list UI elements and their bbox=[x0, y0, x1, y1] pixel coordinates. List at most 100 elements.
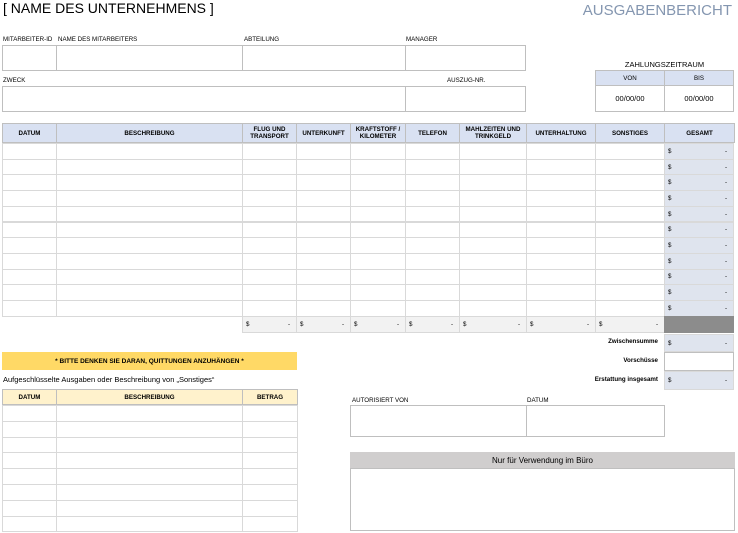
misc-cell-date[interactable] bbox=[2, 484, 57, 501]
cell-fuel[interactable] bbox=[350, 268, 406, 286]
cell-meals[interactable] bbox=[459, 252, 527, 270]
employee-name-field[interactable] bbox=[56, 45, 243, 71]
statement-number-field[interactable] bbox=[405, 86, 526, 112]
cell-entertainment[interactable] bbox=[526, 158, 596, 176]
cell-travel[interactable] bbox=[242, 237, 297, 254]
cell-travel[interactable] bbox=[242, 252, 297, 270]
misc-cell-amount[interactable] bbox=[242, 515, 298, 533]
cell-fuel[interactable] bbox=[350, 190, 406, 207]
misc-cell-amount[interactable] bbox=[242, 405, 298, 422]
misc-cell-amount[interactable] bbox=[242, 420, 298, 438]
cell-description[interactable] bbox=[56, 252, 243, 270]
cell-meals[interactable] bbox=[459, 158, 527, 176]
misc-cell-description[interactable] bbox=[56, 452, 243, 470]
cell-lodging[interactable] bbox=[296, 252, 351, 270]
authorized-by-field[interactable] bbox=[350, 405, 527, 437]
cell-phone[interactable] bbox=[405, 174, 460, 192]
cell-travel[interactable] bbox=[242, 174, 297, 192]
cell-entertainment[interactable] bbox=[526, 143, 596, 160]
misc-cell-description[interactable] bbox=[56, 499, 243, 517]
cell-date[interactable] bbox=[2, 143, 57, 160]
cell-phone[interactable] bbox=[405, 221, 460, 239]
cell-fuel[interactable] bbox=[350, 237, 406, 254]
cell-phone[interactable] bbox=[405, 158, 460, 176]
cell-phone[interactable] bbox=[405, 190, 460, 207]
cell-phone[interactable] bbox=[405, 252, 460, 270]
cell-description[interactable] bbox=[56, 237, 243, 254]
period-to-field[interactable]: 00/00/00 bbox=[664, 85, 734, 112]
cell-meals[interactable] bbox=[459, 221, 527, 239]
cell-date[interactable] bbox=[2, 205, 57, 223]
misc-cell-description[interactable] bbox=[56, 468, 243, 485]
cell-misc[interactable] bbox=[595, 143, 665, 160]
cell-entertainment[interactable] bbox=[526, 252, 596, 270]
cell-fuel[interactable] bbox=[350, 284, 406, 301]
misc-cell-date[interactable] bbox=[2, 468, 57, 485]
employee-id-field[interactable] bbox=[2, 45, 57, 71]
cell-misc[interactable] bbox=[595, 252, 665, 270]
cell-travel[interactable] bbox=[242, 284, 297, 301]
cell-entertainment[interactable] bbox=[526, 284, 596, 301]
cell-meals[interactable] bbox=[459, 174, 527, 192]
cell-phone[interactable] bbox=[405, 268, 460, 286]
cell-travel[interactable] bbox=[242, 190, 297, 207]
cell-lodging[interactable] bbox=[296, 237, 351, 254]
cell-date[interactable] bbox=[2, 252, 57, 270]
purpose-field[interactable] bbox=[2, 86, 406, 112]
auth-date-field[interactable] bbox=[526, 405, 665, 437]
cell-fuel[interactable] bbox=[350, 174, 406, 192]
cell-date[interactable] bbox=[2, 221, 57, 239]
cell-fuel[interactable] bbox=[350, 143, 406, 160]
misc-cell-amount[interactable] bbox=[242, 499, 298, 517]
cell-meals[interactable] bbox=[459, 268, 527, 286]
cell-description[interactable] bbox=[56, 221, 243, 239]
cell-lodging[interactable] bbox=[296, 205, 351, 223]
misc-cell-amount[interactable] bbox=[242, 484, 298, 501]
cell-fuel[interactable] bbox=[350, 205, 406, 223]
misc-cell-date[interactable] bbox=[2, 405, 57, 422]
cell-fuel[interactable] bbox=[350, 300, 406, 317]
cell-misc[interactable] bbox=[595, 190, 665, 207]
cell-phone[interactable] bbox=[405, 237, 460, 254]
misc-cell-date[interactable] bbox=[2, 515, 57, 533]
cell-misc[interactable] bbox=[595, 237, 665, 254]
manager-field[interactable] bbox=[405, 45, 526, 71]
cell-description[interactable] bbox=[56, 143, 243, 160]
cell-date[interactable] bbox=[2, 174, 57, 192]
cell-entertainment[interactable] bbox=[526, 205, 596, 223]
cell-travel[interactable] bbox=[242, 300, 297, 317]
period-from-field[interactable]: 00/00/00 bbox=[595, 85, 665, 112]
cell-description[interactable] bbox=[56, 205, 243, 223]
cell-phone[interactable] bbox=[405, 284, 460, 301]
cell-misc[interactable] bbox=[595, 158, 665, 176]
cell-meals[interactable] bbox=[459, 284, 527, 301]
cell-lodging[interactable] bbox=[296, 190, 351, 207]
misc-cell-amount[interactable] bbox=[242, 452, 298, 470]
cell-date[interactable] bbox=[2, 300, 57, 317]
cell-description[interactable] bbox=[56, 190, 243, 207]
cell-travel[interactable] bbox=[242, 221, 297, 239]
misc-cell-description[interactable] bbox=[56, 405, 243, 422]
cell-phone[interactable] bbox=[405, 205, 460, 223]
cell-date[interactable] bbox=[2, 237, 57, 254]
cell-date[interactable] bbox=[2, 284, 57, 301]
department-field[interactable] bbox=[242, 45, 406, 71]
office-use-area[interactable] bbox=[350, 468, 735, 531]
misc-cell-date[interactable] bbox=[2, 420, 57, 438]
cell-entertainment[interactable] bbox=[526, 190, 596, 207]
cell-misc[interactable] bbox=[595, 300, 665, 317]
advances-field[interactable] bbox=[664, 352, 734, 371]
cell-fuel[interactable] bbox=[350, 252, 406, 270]
cell-lodging[interactable] bbox=[296, 300, 351, 317]
cell-meals[interactable] bbox=[459, 205, 527, 223]
misc-cell-description[interactable] bbox=[56, 436, 243, 454]
cell-date[interactable] bbox=[2, 158, 57, 176]
cell-description[interactable] bbox=[56, 284, 243, 301]
cell-description[interactable] bbox=[56, 158, 243, 176]
cell-lodging[interactable] bbox=[296, 284, 351, 301]
cell-travel[interactable] bbox=[242, 205, 297, 223]
cell-meals[interactable] bbox=[459, 143, 527, 160]
cell-misc[interactable] bbox=[595, 268, 665, 286]
misc-cell-date[interactable] bbox=[2, 436, 57, 454]
cell-fuel[interactable] bbox=[350, 158, 406, 176]
